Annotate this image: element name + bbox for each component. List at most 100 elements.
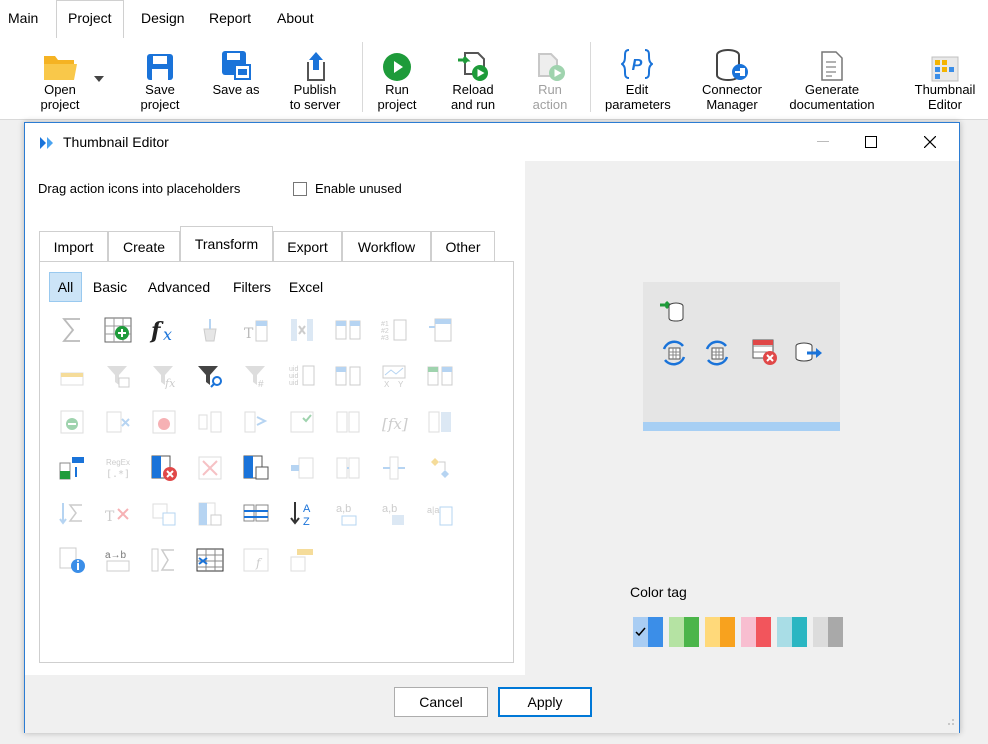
fill-down-icon[interactable] [240, 406, 272, 438]
color-tag-blue-dark[interactable] [648, 617, 663, 647]
generate-documentation-button[interactable]: Generate documentation [782, 42, 882, 112]
uid-icon[interactable]: uid uid uid [286, 360, 318, 392]
filter-search-icon[interactable] [194, 360, 226, 392]
color-tag-green-dark[interactable] [684, 617, 699, 647]
color-tag-pink-light[interactable] [741, 617, 756, 647]
minimize-button[interactable] [800, 123, 846, 161]
apply-button[interactable]: Apply [498, 687, 592, 717]
pivot-icon[interactable] [56, 360, 88, 392]
split-table-icon[interactable] [332, 406, 364, 438]
compare-icon[interactable] [194, 406, 226, 438]
split-columns-icon[interactable] [332, 360, 364, 392]
tab-transform[interactable]: Transform [180, 226, 273, 261]
transpose-icon[interactable] [424, 360, 456, 392]
concat-text-icon[interactable]: a|a [424, 498, 456, 530]
thumbnail-canvas[interactable] [643, 282, 840, 431]
filter-number-icon[interactable]: # [240, 360, 272, 392]
remove-row-icon[interactable] [56, 406, 88, 438]
color-tag-yellow-light[interactable] [705, 617, 720, 647]
append-rows-icon[interactable] [286, 544, 318, 576]
cut-formula-icon[interactable]: f [240, 544, 272, 576]
tab-export[interactable]: Export [273, 231, 342, 261]
close-button[interactable] [907, 123, 953, 161]
color-tag-orange-dark[interactable] [720, 617, 735, 647]
copy-table-icon[interactable] [240, 452, 272, 484]
export-database-icon[interactable] [793, 338, 825, 369]
delete-table-icon[interactable] [148, 452, 180, 484]
flow-icon[interactable] [424, 452, 456, 484]
rename-column-icon[interactable]: T [240, 314, 272, 346]
menu-tab-design[interactable]: Design [141, 10, 185, 26]
xy-chart-icon[interactable]: XY [378, 360, 410, 392]
subtab-basic[interactable]: Basic [88, 272, 132, 302]
color-tag-teal-dark[interactable] [792, 617, 807, 647]
color-tag-gray-light[interactable] [813, 617, 828, 647]
color-tag-teal-light[interactable] [777, 617, 792, 647]
save-as-button[interactable]: Save as [204, 42, 268, 97]
filter-formula-icon[interactable]: fx [148, 360, 180, 392]
remove-text-icon[interactable]: T [102, 498, 134, 530]
column-check-icon[interactable] [194, 498, 226, 530]
sum-icon[interactable] [56, 314, 88, 346]
move-column-icon[interactable] [286, 452, 318, 484]
tab-workflow[interactable]: Workflow [342, 231, 431, 261]
color-tag-blue-light[interactable] [633, 617, 648, 647]
join-icon[interactable] [424, 406, 456, 438]
subtab-advanced[interactable]: Advanced [142, 272, 216, 302]
cut-column-icon[interactable] [102, 406, 134, 438]
table-info-icon[interactable] [56, 544, 88, 576]
refresh-table-icon[interactable] [659, 338, 689, 371]
delete-rows-icon[interactable] [148, 406, 180, 438]
resize-grip-icon[interactable] [945, 714, 955, 729]
insert-between-icon[interactable] [378, 452, 410, 484]
numbering-icon[interactable]: #1 #2 #3 [378, 314, 410, 346]
chevron-down-icon[interactable] [94, 70, 104, 85]
tab-import[interactable]: Import [39, 231, 108, 261]
color-tag-green-light[interactable] [669, 617, 684, 647]
run-project-button[interactable]: Run project [365, 42, 429, 112]
tab-other[interactable]: Other [431, 231, 495, 261]
add-row-between-icon[interactable] [332, 452, 364, 484]
cancel-button[interactable]: Cancel [394, 687, 488, 717]
menu-tab-about[interactable]: About [277, 10, 314, 26]
edit-parameters-button[interactable]: P Edit parameters [605, 42, 671, 112]
import-database-icon[interactable] [659, 296, 685, 327]
checkbox-box[interactable] [293, 181, 307, 196]
validate-icon[interactable] [286, 406, 318, 438]
connector-manager-button[interactable]: Connector Manager [700, 42, 764, 112]
save-project-button[interactable]: Save project [128, 42, 192, 112]
maximize-button[interactable] [848, 123, 894, 161]
filter-checked-icon[interactable] [102, 360, 134, 392]
menu-tab-project[interactable]: Project [56, 0, 124, 38]
sum-down-icon[interactable] [56, 498, 88, 530]
color-tag-gray-dark[interactable] [828, 617, 843, 647]
sort-columns-icon[interactable] [56, 452, 88, 484]
clean-icon[interactable] [194, 314, 226, 346]
delete-rows-icon[interactable] [751, 338, 779, 369]
checked-table-icon[interactable] [148, 498, 180, 530]
column-sum-icon[interactable] [148, 544, 180, 576]
publish-to-server-button[interactable]: Publish to server [283, 42, 347, 112]
menu-tab-main[interactable]: Main [8, 10, 38, 26]
sort-az-icon[interactable]: AZ [286, 498, 318, 530]
split-text-icon[interactable]: a,b [332, 498, 364, 530]
thumbnail-editor-button[interactable]: Thumbnail Editor [910, 42, 980, 112]
refresh-table-icon[interactable] [702, 338, 732, 371]
remove-duplicates-icon[interactable] [194, 452, 226, 484]
subtab-all[interactable]: All [49, 272, 82, 302]
subtab-excel[interactable]: Excel [286, 272, 326, 302]
color-tag-red-dark[interactable] [756, 617, 771, 647]
run-action-button[interactable]: Run action [518, 42, 582, 112]
add-column-icon[interactable] [102, 314, 134, 346]
tab-create[interactable]: Create [108, 231, 180, 261]
insert-column-icon[interactable] [424, 314, 456, 346]
menu-tab-report[interactable]: Report [209, 10, 251, 26]
formula-icon[interactable]: fx [148, 314, 180, 346]
cut-rows-icon[interactable] [194, 544, 226, 576]
stack-rows-icon[interactable] [240, 498, 272, 530]
merge-columns-icon[interactable] [332, 314, 364, 346]
enable-unused-checkbox[interactable]: Enable unused [293, 181, 402, 196]
regex-icon[interactable]: RegEx [.*] [102, 452, 134, 484]
delete-column-icon[interactable] [286, 314, 318, 346]
formula-column-icon[interactable]: [fx] [378, 406, 410, 438]
